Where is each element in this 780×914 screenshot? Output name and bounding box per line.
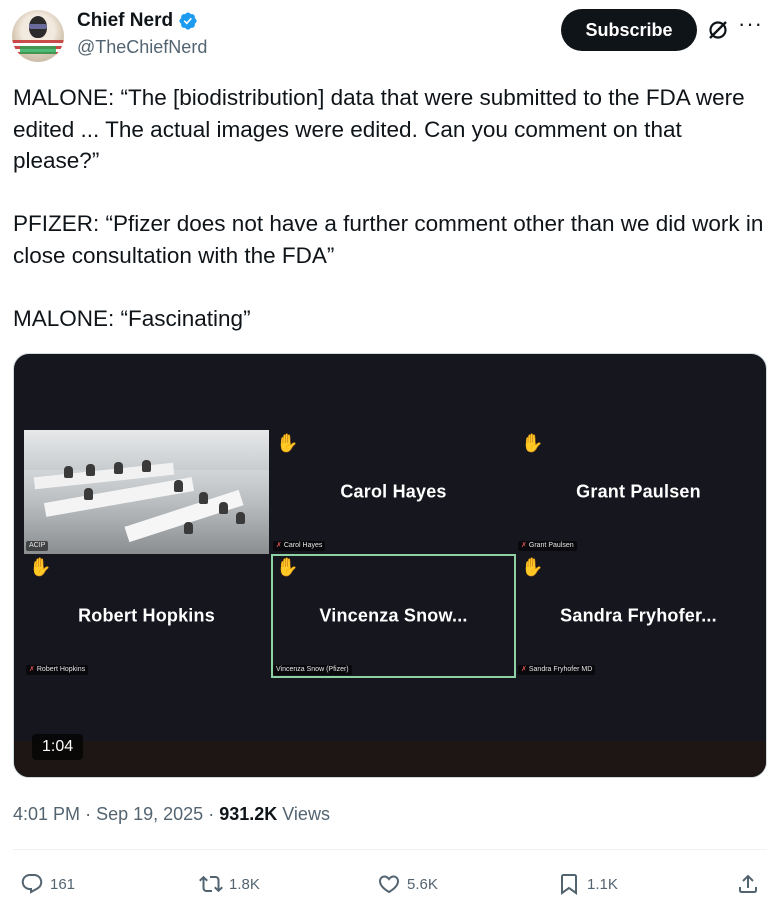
repost-button[interactable]: 1.8K xyxy=(199,867,260,901)
participant-tag: ✗ Grant Paulsen xyxy=(518,541,577,551)
room-person xyxy=(84,488,93,500)
avatar-badge xyxy=(20,46,56,54)
like-button[interactable]: 5.6K xyxy=(377,867,438,901)
author-avatar[interactable] xyxy=(12,10,64,62)
heart-icon xyxy=(378,875,400,894)
participant-name: Grant Paulsen xyxy=(576,481,701,502)
participant-tag: ✗ Sandra Fryhofer MD xyxy=(518,665,596,675)
bookmark-button[interactable]: 1.1K xyxy=(557,867,618,901)
room-person xyxy=(219,502,228,514)
participant-name: Robert Hopkins xyxy=(78,605,215,626)
room-person xyxy=(114,462,123,474)
participant-tag-text: Robert Hopkins xyxy=(36,666,86,673)
reply-count: 161 xyxy=(50,875,76,893)
muted-mic-icon: ✗ xyxy=(276,542,282,549)
divider xyxy=(13,849,767,850)
room-tag: ACIP xyxy=(26,541,49,551)
muted-mic-icon: ✗ xyxy=(29,666,35,673)
tweet-meta: 4:01 PM · Sep 19, 2025 · 931.2K Views xyxy=(13,804,330,825)
grok-icon[interactable] xyxy=(706,18,730,42)
action-bar: 161 1.8K 5.6K 1.1K xyxy=(0,867,780,901)
room-person xyxy=(86,464,95,476)
tweet-paragraph: MALONE: “Fascinating” xyxy=(13,305,251,331)
participant-tag: ✗ Robert Hopkins xyxy=(26,665,89,675)
muted-mic-icon: ✗ xyxy=(521,666,527,673)
participant-tag-text: Vincenza Snow (Pfizer) xyxy=(276,666,349,673)
views-label: Views xyxy=(282,804,330,824)
video-duration-badge: 1:04 xyxy=(32,734,84,760)
participant-name: Vincenza Snow... xyxy=(319,605,468,626)
raised-hand-icon: ✋ xyxy=(276,557,299,577)
raised-hand-icon: ✋ xyxy=(521,433,544,453)
share-button[interactable] xyxy=(736,867,760,901)
room-person xyxy=(184,522,193,534)
tweet-paragraph: PFIZER: “Pfizer does not have a further … xyxy=(13,211,764,268)
participant-tag-text: Sandra Fryhofer MD xyxy=(528,666,593,673)
participant-tag-text: Carol Hayes xyxy=(283,542,323,549)
reply-icon xyxy=(21,874,43,894)
like-count: 5.6K xyxy=(407,875,438,893)
share-icon xyxy=(739,874,757,893)
repost-count: 1.8K xyxy=(229,875,260,893)
meta-separator: · xyxy=(208,804,220,824)
video-player[interactable]: ACIP ✋ Carol Hayes ✗ Carol Hayes ✋ Grant … xyxy=(13,353,767,778)
room-person xyxy=(236,512,245,524)
avatar-glasses xyxy=(29,24,47,29)
meta-separator: · xyxy=(85,804,97,824)
views-count: 931.2K xyxy=(219,804,278,824)
subscribe-button[interactable]: Subscribe xyxy=(561,9,697,51)
raised-hand-icon: ✋ xyxy=(276,433,299,453)
participant-tag: Vincenza Snow (Pfizer) xyxy=(273,665,352,675)
author-name-text[interactable]: Chief Nerd xyxy=(77,10,173,32)
bookmark-count: 1.1K xyxy=(587,875,618,893)
tweet-time[interactable]: 4:01 PM xyxy=(13,804,80,824)
author-name[interactable]: Chief Nerd xyxy=(77,10,198,32)
tweet-text: MALONE: “The [biodistribution] data that… xyxy=(13,82,768,334)
participant-tile: ✋ Sandra Fryhofer... ✗ Sandra Fryhofer MD xyxy=(516,554,761,678)
repost-icon xyxy=(199,875,223,893)
participant-tile: ✋ Carol Hayes ✗ Carol Hayes xyxy=(271,430,516,554)
participant-tile: ✋ Grant Paulsen ✗ Grant Paulsen xyxy=(516,430,761,554)
raised-hand-icon: ✋ xyxy=(521,557,544,577)
room-camera-tile: ACIP xyxy=(24,430,269,554)
participant-tile-active: ✋ Vincenza Snow... Vincenza Snow (Pfizer… xyxy=(271,554,516,678)
participant-tag-text: Grant Paulsen xyxy=(528,542,574,549)
verified-badge-icon xyxy=(179,12,197,30)
raised-hand-icon: ✋ xyxy=(29,557,52,577)
participant-name: Carol Hayes xyxy=(340,481,447,502)
author-handle[interactable]: @TheChiefNerd xyxy=(77,37,207,58)
room-person xyxy=(174,480,183,492)
reply-button[interactable]: 161 xyxy=(20,867,75,901)
room-person xyxy=(199,492,208,504)
bookmark-icon xyxy=(561,874,577,895)
participant-name: Sandra Fryhofer... xyxy=(560,605,717,626)
muted-mic-icon: ✗ xyxy=(521,542,527,549)
room-person xyxy=(64,466,73,478)
room-person xyxy=(142,460,151,472)
video-bottom-band xyxy=(14,741,766,777)
participant-tile: ✋ Robert Hopkins ✗ Robert Hopkins xyxy=(24,554,269,678)
more-options-icon[interactable]: ··· xyxy=(738,13,766,40)
participant-tag: ✗ Carol Hayes xyxy=(273,541,326,551)
tweet-date[interactable]: Sep 19, 2025 xyxy=(96,804,203,824)
tweet-paragraph: MALONE: “The [biodistribution] data that… xyxy=(13,85,745,173)
